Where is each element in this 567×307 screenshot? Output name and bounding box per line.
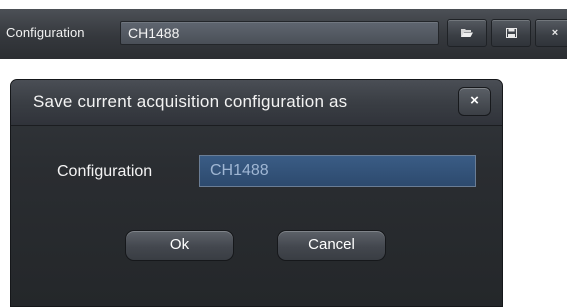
floppy-save-icon — [505, 28, 517, 38]
configuration-input[interactable]: CH1488 — [120, 21, 439, 45]
open-configuration-button[interactable] — [447, 19, 487, 47]
save-configuration-button[interactable] — [491, 19, 531, 47]
ok-button[interactable]: Ok — [125, 230, 234, 261]
configuration-label: Configuration — [6, 25, 85, 40]
cancel-button[interactable]: Cancel — [277, 230, 386, 261]
close-icon: × — [470, 92, 479, 109]
save-configuration-dialog: Save current acquisition configuration a… — [10, 79, 503, 307]
close-icon: × — [551, 27, 559, 39]
delete-configuration-button[interactable]: × — [535, 19, 567, 47]
configuration-name-input[interactable]: CH1488 — [199, 155, 476, 187]
folder-open-icon — [460, 28, 474, 38]
dialog-close-button[interactable]: × — [458, 87, 491, 116]
dialog-title-bar: Save current acquisition configuration a… — [11, 80, 502, 126]
configuration-toolbar: Configuration CH1488 × — [0, 9, 567, 59]
dialog-title: Save current acquisition configuration a… — [33, 92, 348, 111]
configuration-name-label: Configuration — [57, 163, 153, 180]
